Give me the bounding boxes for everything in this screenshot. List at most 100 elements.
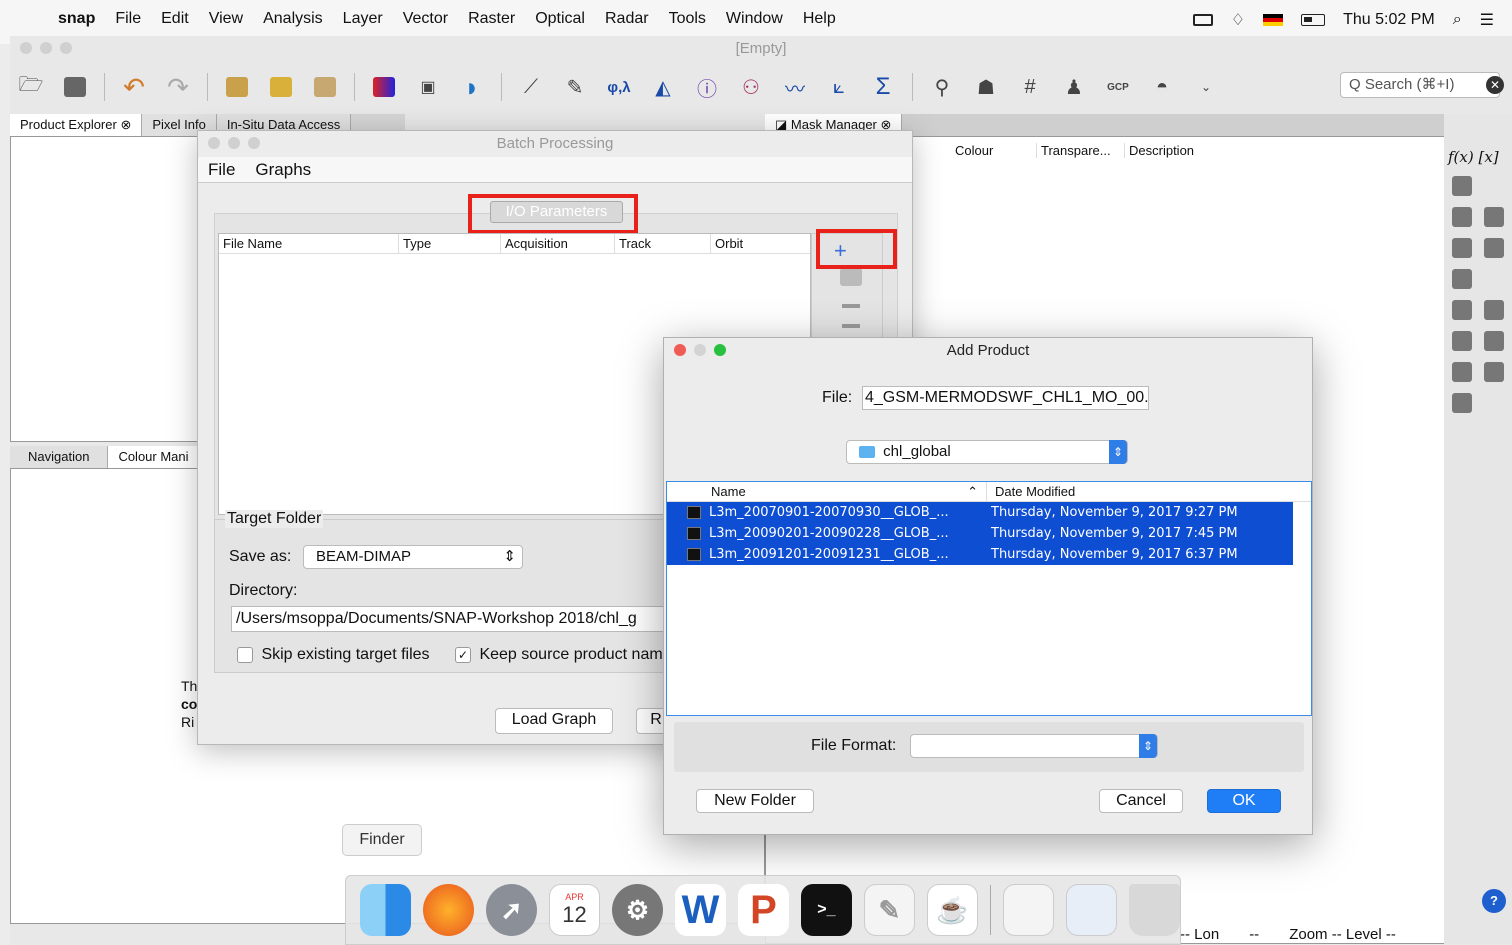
file-row[interactable]: L3m_20070901-20070930__GLOB_... Thursday…: [667, 502, 1293, 523]
menu-raster[interactable]: Raster: [468, 10, 515, 28]
grid-tool-icon[interactable]: #: [1015, 72, 1045, 102]
remove-product-icon[interactable]: [842, 304, 860, 308]
profile-plot-icon[interactable]: ⟋: [516, 72, 546, 102]
tab-product-explorer[interactable]: Product Explorer ⊗: [10, 114, 143, 136]
file-format-select[interactable]: ⇕: [910, 734, 1158, 758]
spotlight-icon[interactable]: ⌕: [1453, 11, 1462, 29]
notification-center-icon[interactable]: ☰: [1480, 10, 1494, 30]
search-input[interactable]: Q Search (⌘+I): [1340, 72, 1500, 98]
col-name[interactable]: Name ⌃: [667, 482, 987, 501]
ok-button[interactable]: OK: [1207, 789, 1281, 813]
sigma-icon[interactable]: Σ: [868, 72, 898, 102]
col-type[interactable]: Type: [399, 234, 501, 253]
folder-select[interactable]: chl_global ⇕: [846, 440, 1128, 464]
system-preferences-gear-icon[interactable]: ⚙: [611, 884, 663, 936]
col-date-modified[interactable]: Date Modified: [987, 482, 1075, 501]
clock[interactable]: Thu 5:02 PM: [1343, 11, 1435, 29]
minimize-icon[interactable]: [228, 137, 240, 149]
menu-edit[interactable]: Edit: [161, 10, 189, 28]
tab-colour-manipulation[interactable]: Colour Mani: [108, 446, 200, 468]
menu-layer[interactable]: Layer: [343, 10, 383, 28]
rgb-image-icon[interactable]: [369, 72, 399, 102]
document-icon[interactable]: [1002, 884, 1054, 936]
col-orbit[interactable]: Orbit: [711, 234, 809, 253]
scatter-plot-icon[interactable]: ⟀: [824, 72, 854, 102]
powerpoint-icon[interactable]: P: [737, 884, 789, 936]
calendar-icon[interactable]: APR 12: [548, 884, 600, 936]
keep-source-option[interactable]: ✓ Keep source product nam: [455, 646, 663, 664]
wifi-icon[interactable]: ♢: [1231, 10, 1245, 30]
pin-manager-icon[interactable]: ⚲: [927, 72, 957, 102]
launchpad-rocket-icon[interactable]: ➚: [485, 884, 537, 936]
menu-file[interactable]: File: [115, 10, 141, 28]
draw-icon[interactable]: ✎: [560, 72, 590, 102]
zoom-mask-icon[interactable]: [1452, 393, 1472, 413]
finder-icon[interactable]: [360, 884, 411, 936]
gcp-icon[interactable]: GCP: [1103, 72, 1133, 102]
file-row[interactable]: L3m_20090201-20090228__GLOB_... Thursday…: [667, 523, 1293, 544]
redo-icon[interactable]: ↷: [163, 72, 193, 102]
firefox-icon[interactable]: [422, 884, 474, 936]
statistics-icon[interactable]: ⚇: [736, 72, 766, 102]
close-icon[interactable]: [674, 344, 686, 356]
export-mask-icon[interactable]: [1484, 362, 1504, 382]
java-icon[interactable]: ☕: [926, 884, 978, 936]
spectrum-icon[interactable]: 〰: [780, 72, 810, 102]
add-opened-icon[interactable]: [840, 268, 862, 286]
intersect-mask-icon[interactable]: [1452, 238, 1472, 258]
input-source-flag-icon[interactable]: [1263, 14, 1284, 26]
cancel-button[interactable]: Cancel: [1099, 789, 1183, 813]
close-icon[interactable]: [208, 137, 220, 149]
duplicate-mask-icon[interactable]: [1452, 300, 1472, 320]
import-mask-icon[interactable]: [1452, 362, 1472, 382]
batch-menu-graphs[interactable]: Graphs: [255, 157, 311, 182]
battery-icon[interactable]: [1301, 14, 1326, 26]
skip-existing-option[interactable]: Skip existing target files: [237, 646, 430, 664]
col-acquisition[interactable]: Acquisition: [501, 234, 615, 253]
histogram-icon[interactable]: ◭: [648, 72, 678, 102]
wave-icon[interactable]: ◗: [457, 72, 487, 102]
save-product-icon[interactable]: [60, 72, 90, 102]
file-name-input[interactable]: 4_GSM-MERMODSWF_CHL1_MO_00.nc: [862, 386, 1149, 410]
directory-field[interactable]: /Users/msoppa/Documents/SNAP-Workshop 20…: [231, 606, 675, 632]
pin-tool-icon[interactable]: ♟: [1059, 72, 1089, 102]
file-browser-list[interactable]: Name ⌃ Date Modified L3m_20070901-200709…: [666, 481, 1312, 716]
textedit-icon[interactable]: ✎: [863, 884, 915, 936]
delete-mask-icon[interactable]: [1452, 331, 1472, 351]
zoom-icon[interactable]: [714, 344, 726, 356]
open-product-icon[interactable]: 🗁: [16, 72, 46, 102]
copy-mask-icon[interactable]: [1452, 207, 1472, 227]
world-view-icon[interactable]: ▣: [413, 72, 443, 102]
magic-wand-icon[interactable]: [1452, 176, 1472, 196]
minimize-icon[interactable]: [694, 344, 706, 356]
terminal-icon[interactable]: >_: [800, 884, 852, 936]
select-tool-icon[interactable]: ☗: [971, 72, 1001, 102]
edit-mask-icon[interactable]: [1484, 300, 1504, 320]
band-subset-icon[interactable]: [266, 72, 296, 102]
clear-search-icon[interactable]: ✕: [1486, 76, 1504, 94]
range-finder-icon[interactable]: ◓: [1147, 72, 1177, 102]
keep-source-checkbox[interactable]: ✓: [455, 646, 471, 663]
batch-menu-file[interactable]: File: [208, 157, 235, 182]
new-folder-button[interactable]: New Folder: [696, 789, 814, 813]
menu-vector[interactable]: Vector: [403, 10, 448, 28]
zoom-icon[interactable]: [248, 137, 260, 149]
keyboard-icon[interactable]: [1192, 14, 1213, 26]
information-icon[interactable]: ⓘ: [692, 72, 722, 102]
geo-coding-icon[interactable]: φ,λ: [604, 72, 634, 102]
menu-optical[interactable]: Optical: [535, 10, 585, 28]
col-track[interactable]: Track: [615, 234, 711, 253]
transfer-mask-icon[interactable]: [1484, 331, 1504, 351]
menu-view[interactable]: View: [209, 10, 243, 28]
complement-mask-icon[interactable]: [1452, 269, 1472, 289]
menu-tools[interactable]: Tools: [669, 10, 706, 28]
col-file-name[interactable]: File Name: [219, 234, 399, 253]
menu-window[interactable]: Window: [726, 10, 783, 28]
union-mask-icon[interactable]: [1484, 207, 1504, 227]
trash-icon[interactable]: [1129, 884, 1181, 936]
minimize-icon[interactable]: [40, 42, 52, 54]
menu-radar[interactable]: Radar: [605, 10, 649, 28]
file-row[interactable]: L3m_20091201-20091231__GLOB_... Thursday…: [667, 544, 1293, 565]
zoom-icon[interactable]: [60, 42, 72, 54]
menu-analysis[interactable]: Analysis: [263, 10, 323, 28]
